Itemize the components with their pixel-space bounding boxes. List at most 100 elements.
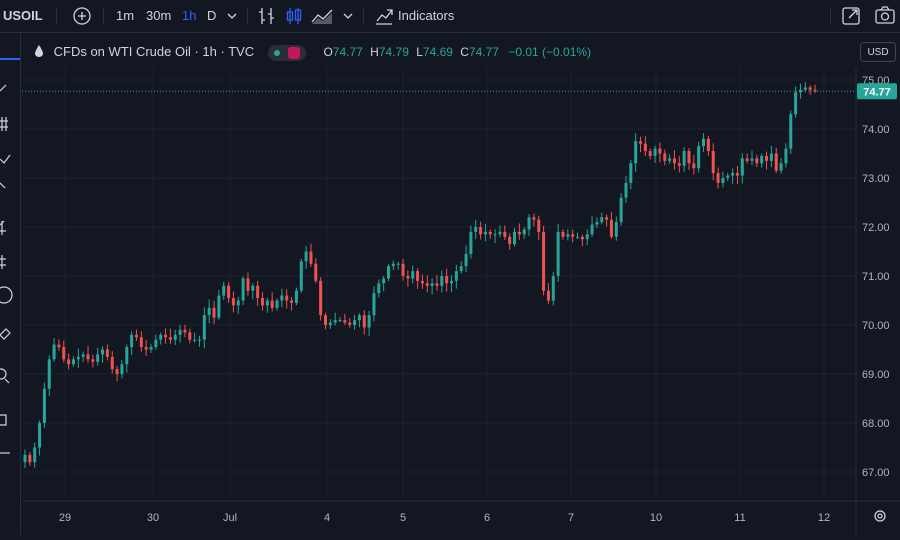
candle-body — [682, 151, 686, 166]
indicators-icon[interactable] — [374, 0, 394, 32]
candle — [469, 225, 473, 259]
snapshot-icon[interactable] — [841, 0, 861, 32]
candle-body — [314, 263, 318, 281]
camera-icon[interactable] — [874, 0, 896, 32]
candle-body — [425, 283, 429, 286]
last-price-marker: 74.77 — [22, 83, 897, 100]
candle-body — [454, 271, 458, 281]
candle — [372, 286, 376, 322]
toolbar-divider — [247, 7, 248, 25]
low-value: 74.69 — [422, 45, 453, 59]
interval-1h[interactable]: 1h — [182, 0, 196, 32]
candle — [270, 292, 274, 312]
toolbar-divider — [56, 7, 57, 25]
candle — [435, 275, 439, 291]
candle-body — [377, 283, 381, 294]
candle-body — [241, 278, 245, 301]
candle-body — [372, 293, 376, 316]
candle — [420, 274, 424, 289]
area-chart-icon[interactable] — [310, 0, 334, 32]
candle — [459, 261, 463, 274]
candle-body — [629, 163, 633, 183]
candle — [251, 283, 255, 300]
candle-body — [110, 356, 114, 370]
price-tick-label: 67.00 — [862, 467, 890, 479]
candle — [353, 314, 357, 330]
candle-body — [323, 315, 327, 325]
candle-body — [134, 334, 138, 338]
candle-body — [420, 280, 424, 284]
candle — [67, 353, 71, 370]
candle — [110, 351, 114, 374]
candle-body — [382, 278, 386, 284]
symbol-search[interactable]: USOIL — [3, 0, 43, 32]
candle — [231, 291, 235, 313]
candle-body — [396, 263, 400, 265]
candles-icon[interactable] — [284, 0, 304, 32]
candle-body — [556, 231, 560, 276]
candle — [86, 345, 90, 363]
time-tick-label: 6 — [484, 512, 490, 524]
chart-type-dropdown-icon[interactable] — [342, 0, 354, 32]
candle-body — [532, 217, 536, 220]
candle — [450, 275, 454, 293]
candle-body — [537, 219, 541, 232]
candle-body — [527, 217, 531, 230]
candle — [362, 310, 366, 335]
candle — [600, 212, 604, 225]
toolbar-divider — [830, 7, 831, 25]
currency-selector[interactable]: USD — [860, 42, 896, 62]
candle — [440, 270, 444, 293]
candle-body — [348, 322, 352, 325]
interval-1m[interactable]: 1m — [116, 0, 134, 32]
interval-30m[interactable]: 30m — [146, 0, 171, 32]
candle — [755, 154, 759, 167]
candle-body — [154, 339, 158, 348]
candle — [338, 317, 342, 323]
candle-body — [639, 141, 643, 144]
active-tool-indicator — [0, 58, 20, 60]
candle — [299, 258, 303, 293]
interval-d[interactable]: D — [207, 0, 216, 32]
candle-body — [731, 173, 735, 176]
interval-dropdown-icon[interactable] — [226, 0, 238, 32]
candle — [173, 329, 177, 346]
candle-body — [236, 300, 240, 306]
candle-body — [750, 158, 754, 161]
candle — [551, 271, 555, 306]
candle-body — [677, 163, 681, 166]
candle-body — [57, 344, 61, 348]
candle — [164, 328, 168, 344]
series-title[interactable]: CFDs on WTI Crude Oil · 1h · TVC — [54, 44, 255, 59]
candle — [71, 356, 75, 367]
indicators-button[interactable]: Indicators — [398, 0, 454, 32]
candle-body — [246, 278, 250, 291]
candle — [488, 229, 492, 239]
time-tick-label: 7 — [568, 512, 574, 524]
candle-body — [658, 148, 662, 154]
candle-body — [755, 158, 759, 164]
candle-body — [663, 153, 667, 161]
candle-body — [546, 290, 550, 301]
candle — [62, 340, 66, 363]
candle — [595, 217, 599, 229]
candle — [556, 223, 560, 282]
candle-body — [561, 231, 565, 237]
candle — [134, 329, 138, 341]
candle — [416, 268, 420, 290]
add-symbol-icon[interactable] — [71, 0, 93, 32]
candle — [139, 331, 143, 352]
candle — [745, 153, 749, 164]
bar-style-icon[interactable] — [257, 0, 277, 32]
candle — [406, 270, 410, 287]
candle — [343, 313, 347, 326]
candle — [391, 260, 395, 271]
drop-icon — [34, 44, 44, 61]
top-toolbar: USOIL 1m 30m 1h D Indicators — [0, 0, 900, 33]
visibility-toggle[interactable] — [267, 44, 306, 61]
candle — [760, 153, 764, 168]
candle — [401, 258, 405, 281]
candle — [789, 110, 793, 155]
candle-body — [735, 173, 739, 176]
axis-settings-icon[interactable] — [872, 508, 888, 524]
